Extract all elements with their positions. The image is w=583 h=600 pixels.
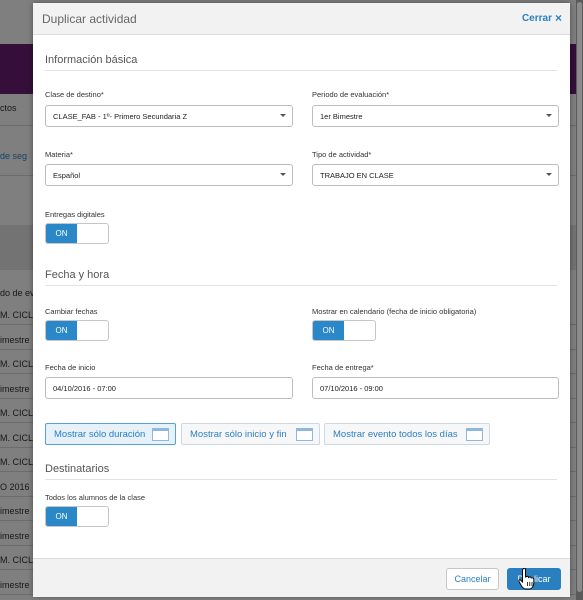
mostrar-calendario-toggle[interactable]: ON <box>312 320 376 341</box>
fecha-entrega-label: Fecha de entrega* <box>312 363 374 372</box>
cambiar-fechas-label: Cambiar fechas <box>45 307 98 316</box>
clase-destino-label: Clase de destino* <box>45 90 104 99</box>
show-duration-only-button[interactable]: Mostrar sólo duración <box>45 423 176 445</box>
show-start-end-only-label: Mostrar sólo inicio y fin <box>190 428 287 440</box>
chevron-down-icon <box>280 114 286 117</box>
calendar-icon <box>152 428 169 441</box>
duplicate-activity-dialog: Duplicar actividad Cerrar × Información … <box>33 3 570 597</box>
entregas-toggle[interactable]: ON <box>45 223 109 244</box>
chevron-down-icon <box>546 173 552 176</box>
close-icon[interactable]: × <box>555 11 562 25</box>
page-scrollbar[interactable] <box>576 0 583 600</box>
materia-label: Materia* <box>45 150 73 159</box>
fecha-inicio-value: 04/10/2016 - 07:00 <box>53 383 116 393</box>
fecha-entrega-value: 07/10/2016 - 09:00 <box>320 383 383 393</box>
chevron-down-icon <box>280 173 286 176</box>
todos-alumnos-toggle-on: ON <box>46 507 77 526</box>
hand-cursor-icon <box>518 568 535 590</box>
calendar-icon <box>466 428 483 441</box>
show-duration-only-label: Mostrar sólo duración <box>54 428 146 440</box>
section-date-time: Fecha y hora <box>45 269 110 281</box>
close-label[interactable]: Cerrar <box>522 13 552 24</box>
section-basic-info: Información básica <box>45 54 138 66</box>
section-recipients: Destinatarios <box>45 463 110 475</box>
clase-destino-select[interactable]: CLASE_FAB - 1º- Primero Secundaria Z <box>45 105 293 127</box>
periodo-select[interactable]: 1er Bimestre <box>312 105 559 127</box>
fecha-entrega-input[interactable]: 07/10/2016 - 09:00 <box>312 377 559 399</box>
entregas-toggle-on: ON <box>46 224 77 243</box>
tipo-actividad-value: TRABAJO EN CLASE <box>320 170 394 180</box>
periodo-label: Periodo de evaluación* <box>312 90 390 99</box>
materia-select[interactable]: Español <box>45 164 293 186</box>
todos-alumnos-label: Todos los alumnos de la clase <box>45 493 146 502</box>
fecha-inicio-label: Fecha de inicio <box>45 363 96 372</box>
entregas-label: Entregas digitales <box>45 210 105 219</box>
chevron-down-icon <box>546 114 552 117</box>
cambiar-fechas-toggle-on: ON <box>46 321 77 340</box>
calendar-icon <box>296 428 313 441</box>
todos-alumnos-toggle[interactable]: ON <box>45 506 109 527</box>
mostrar-calendario-label: Mostrar en calendario (fecha de inicio o… <box>312 307 477 316</box>
show-event-all-days-label: Mostrar evento todos los días <box>333 428 458 440</box>
fecha-inicio-input[interactable]: 04/10/2016 - 07:00 <box>45 377 293 399</box>
dialog-footer: Cancelar Duplicar <box>33 558 570 597</box>
tipo-actividad-label: Tipo de actividad* <box>312 150 372 159</box>
periodo-value: 1er Bimestre <box>320 111 363 121</box>
close-button[interactable]: Cerrar × <box>522 11 562 25</box>
tipo-actividad-select[interactable]: TRABAJO EN CLASE <box>312 164 559 186</box>
materia-value: Español <box>53 170 81 180</box>
cancel-button[interactable]: Cancelar <box>446 568 499 590</box>
clase-destino-value: CLASE_FAB - 1º- Primero Secundaria Z <box>53 111 188 121</box>
show-start-end-only-button[interactable]: Mostrar sólo inicio y fin <box>181 423 320 445</box>
dialog-title: Duplicar actividad <box>42 12 137 26</box>
mostrar-calendario-toggle-on: ON <box>313 321 344 340</box>
dialog-header: Duplicar actividad Cerrar × <box>33 3 570 35</box>
show-event-all-days-button[interactable]: Mostrar evento todos los días <box>324 423 490 445</box>
cambiar-fechas-toggle[interactable]: ON <box>45 320 109 341</box>
